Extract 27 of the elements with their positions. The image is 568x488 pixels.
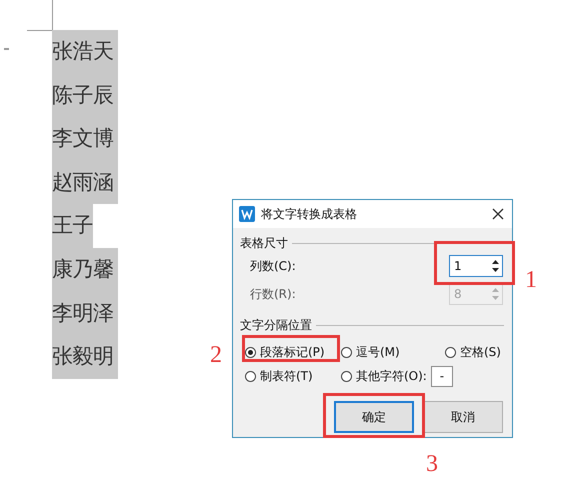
radio-label[interactable]: 段落标记(P) (260, 344, 325, 360)
cancel-button[interactable]: 取消 (423, 401, 503, 433)
up-arrow-icon[interactable] (491, 258, 500, 266)
radio-button[interactable] (341, 346, 352, 358)
radio-label[interactable]: 逗号(M) (356, 344, 400, 360)
field-label: 行数(R): (250, 286, 296, 302)
app-logo-icon (239, 206, 255, 222)
radio-button[interactable] (245, 370, 256, 382)
group-label: 文字分隔位置 (240, 316, 312, 334)
step-number: 3 (426, 452, 438, 476)
radio-button[interactable] (245, 346, 256, 358)
input-field[interactable]: - (430, 366, 453, 386)
radio-label[interactable]: 空格(S) (460, 344, 501, 360)
dropdown-marker-icon (4, 48, 9, 50)
step-number: 1 (525, 268, 537, 292)
radio-button[interactable] (341, 370, 352, 382)
ok-button[interactable]: 确定 (334, 401, 414, 433)
radio-button[interactable] (445, 346, 456, 358)
window-title: 将文字转换成表格 (261, 206, 358, 222)
radio-label[interactable]: 制表符(T) (260, 368, 313, 384)
group-label: 表格尺寸 (240, 234, 288, 252)
close-icon[interactable] (492, 208, 504, 220)
number-spinner[interactable]: 1 (449, 255, 503, 277)
step-number: 2 (210, 343, 222, 367)
field-label: 列数(C): (250, 258, 296, 274)
down-arrow-icon[interactable] (491, 266, 500, 274)
radio-label[interactable]: 其他字符(O): (356, 368, 427, 384)
